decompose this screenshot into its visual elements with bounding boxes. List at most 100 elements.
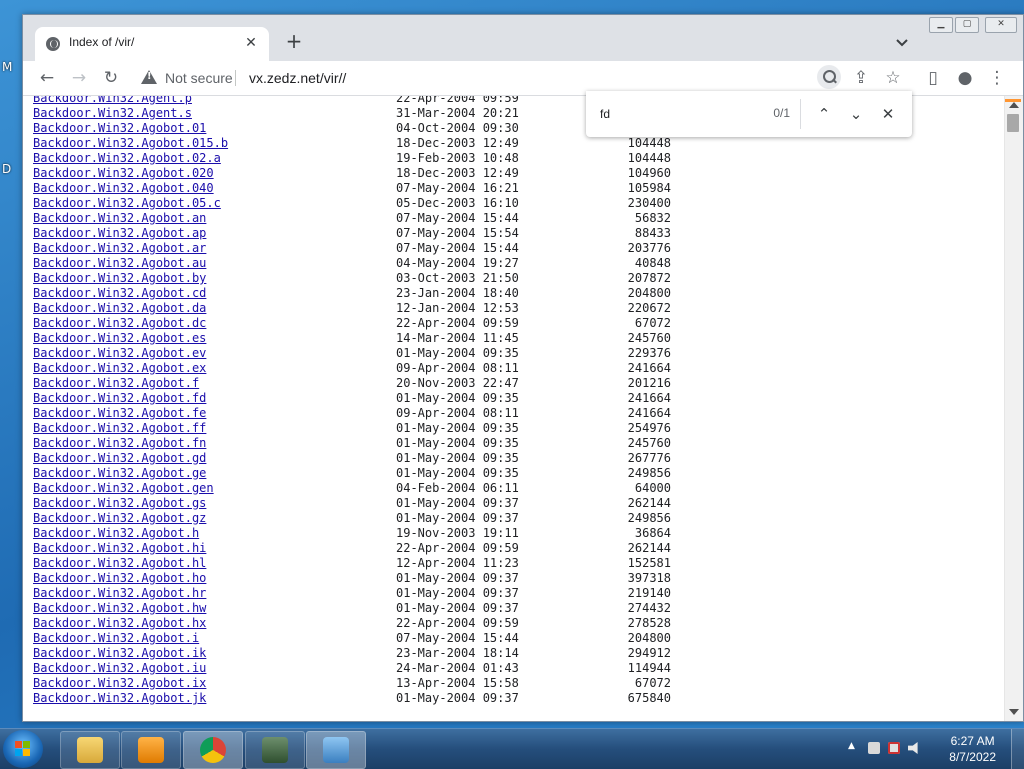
file-size: 219140 bbox=[627, 586, 671, 600]
file-date: 18-Dec-2003 12:49 bbox=[396, 166, 519, 180]
file-link[interactable]: Backdoor.Win32.Agobot.f bbox=[33, 376, 199, 391]
file-link[interactable]: Backdoor.Win32.Agobot.05.c bbox=[33, 196, 221, 211]
zoom-search-icon[interactable] bbox=[817, 65, 841, 89]
folder-icon bbox=[77, 737, 103, 763]
file-date: 01-May-2004 09:37 bbox=[396, 511, 519, 525]
task-manager-icon bbox=[262, 737, 288, 763]
file-link[interactable]: Backdoor.Win32.Agobot.ev bbox=[33, 346, 206, 361]
scroll-down-arrow-icon[interactable] bbox=[1009, 709, 1019, 715]
file-link[interactable]: Backdoor.Win32.Agobot.fe bbox=[33, 406, 206, 421]
file-link[interactable]: Backdoor.Win32.Agobot.gz bbox=[33, 511, 206, 526]
file-link[interactable]: Backdoor.Win32.Agobot.gs bbox=[33, 496, 206, 511]
file-link[interactable]: Backdoor.Win32.Agobot.ho bbox=[33, 571, 206, 586]
file-link[interactable]: Backdoor.Win32.Agobot.hx bbox=[33, 616, 206, 631]
action-center-icon[interactable] bbox=[888, 742, 900, 754]
taskbar-chrome[interactable] bbox=[183, 731, 243, 769]
file-link[interactable]: Backdoor.Win32.Agobot.040 bbox=[33, 181, 214, 196]
close-window-button[interactable]: ✕ bbox=[985, 17, 1017, 33]
forward-button[interactable]: → bbox=[67, 67, 91, 89]
file-date: 01-May-2004 09:37 bbox=[396, 571, 519, 585]
tab-title: Index of /vir/ bbox=[69, 35, 135, 49]
volume-icon[interactable] bbox=[908, 742, 918, 754]
show-desktop-button[interactable] bbox=[1011, 729, 1024, 769]
scrollbar-thumb[interactable] bbox=[1007, 114, 1019, 132]
file-link[interactable]: Backdoor.Win32.Agobot.ar bbox=[33, 241, 206, 256]
file-link[interactable]: Backdoor.Win32.Agent.s bbox=[33, 106, 192, 121]
vertical-scrollbar[interactable] bbox=[1004, 96, 1023, 721]
file-link[interactable]: Backdoor.Win32.Agobot.iu bbox=[33, 661, 206, 676]
taskbar-media-player[interactable] bbox=[121, 731, 181, 769]
find-previous-button[interactable]: ⌃ bbox=[812, 102, 836, 126]
file-link[interactable]: Backdoor.Win32.Agobot.h bbox=[33, 526, 199, 541]
file-size: 204800 bbox=[627, 631, 671, 645]
file-link[interactable]: Backdoor.Win32.Agobot.hl bbox=[33, 556, 206, 571]
find-input[interactable] bbox=[598, 103, 742, 125]
file-link[interactable]: Backdoor.Win32.Agobot.01 bbox=[33, 121, 206, 136]
clock-time: 6:27 AM bbox=[950, 734, 995, 748]
minimize-button[interactable]: ▁ bbox=[929, 17, 953, 33]
file-link[interactable]: Backdoor.Win32.Agobot.hi bbox=[33, 541, 206, 556]
file-link[interactable]: Backdoor.Win32.Agobot.020 bbox=[33, 166, 214, 181]
start-button[interactable] bbox=[3, 730, 43, 768]
back-button[interactable]: ← bbox=[35, 67, 59, 89]
profile-button[interactable]: ● bbox=[953, 67, 977, 89]
tab-search-icon[interactable] bbox=[895, 33, 915, 49]
file-link[interactable]: Backdoor.Win32.Agent.p bbox=[33, 96, 192, 106]
find-next-button[interactable]: ⌄ bbox=[844, 102, 868, 126]
clock[interactable]: 6:27 AM 8/7/2022 bbox=[949, 733, 996, 765]
file-link[interactable]: Backdoor.Win32.Agobot.015.b bbox=[33, 136, 228, 151]
file-link[interactable]: Backdoor.Win32.Agobot.es bbox=[33, 331, 206, 346]
find-match-count: 0/1 bbox=[773, 106, 790, 120]
taskbar-explorer[interactable] bbox=[60, 731, 120, 769]
file-link[interactable]: Backdoor.Win32.Agobot.gd bbox=[33, 451, 206, 466]
file-size: 675840 bbox=[627, 691, 671, 705]
file-link[interactable]: Backdoor.Win32.Agobot.ix bbox=[33, 676, 206, 691]
scroll-up-arrow-icon[interactable] bbox=[1009, 102, 1019, 108]
file-link[interactable]: Backdoor.Win32.Agobot.ff bbox=[33, 421, 206, 436]
windows-logo-icon bbox=[15, 741, 31, 757]
desktop-icon-label[interactable]: D bbox=[2, 162, 11, 176]
desktop-icon-label[interactable]: M bbox=[2, 60, 12, 74]
file-link[interactable]: Backdoor.Win32.Agobot.dc bbox=[33, 316, 206, 331]
file-link[interactable]: Backdoor.Win32.Agobot.jk bbox=[33, 691, 206, 706]
file-date: 01-May-2004 09:37 bbox=[396, 691, 519, 705]
security-label[interactable]: Not secure bbox=[165, 70, 233, 86]
file-link[interactable]: Backdoor.Win32.Agobot.hr bbox=[33, 586, 206, 601]
file-link[interactable]: Backdoor.Win32.Agobot.fd bbox=[33, 391, 206, 406]
new-tab-button[interactable]: + bbox=[283, 31, 305, 53]
share-button[interactable]: ⇪ bbox=[849, 67, 873, 89]
file-link[interactable]: Backdoor.Win32.Agobot.ge bbox=[33, 466, 206, 481]
network-icon[interactable] bbox=[868, 742, 880, 754]
file-link[interactable]: Backdoor.Win32.Agobot.02.a bbox=[33, 151, 221, 166]
file-link[interactable]: Backdoor.Win32.Agobot.ik bbox=[33, 646, 206, 661]
file-date: 31-Mar-2004 20:21 bbox=[396, 106, 519, 120]
tab-index-vir[interactable]: Index of /vir/ ✕ bbox=[35, 27, 269, 61]
file-link[interactable]: Backdoor.Win32.Agobot.i bbox=[33, 631, 199, 646]
side-panel-button[interactable]: ▯ bbox=[921, 67, 945, 89]
file-link[interactable]: Backdoor.Win32.Agobot.da bbox=[33, 301, 206, 316]
file-link[interactable]: Backdoor.Win32.Agobot.fn bbox=[33, 436, 206, 451]
file-link[interactable]: Backdoor.Win32.Agobot.au bbox=[33, 256, 206, 271]
maximize-button[interactable]: ▢ bbox=[955, 17, 979, 33]
taskbar-control-panel[interactable] bbox=[306, 731, 366, 769]
file-link[interactable]: Backdoor.Win32.Agobot.an bbox=[33, 211, 206, 226]
menu-button[interactable]: ⋮ bbox=[985, 67, 1009, 89]
file-link[interactable]: Backdoor.Win32.Agobot.hw bbox=[33, 601, 206, 616]
address-bar[interactable]: Not secure vx.zedz.net/vir// bbox=[135, 65, 873, 91]
file-link[interactable]: Backdoor.Win32.Agobot.ap bbox=[33, 226, 206, 241]
tab-close-icon[interactable]: ✕ bbox=[241, 33, 261, 53]
show-hidden-icons-button[interactable]: ▲ bbox=[848, 741, 855, 751]
file-link[interactable]: Backdoor.Win32.Agobot.ex bbox=[33, 361, 206, 376]
taskbar-task-manager[interactable] bbox=[245, 731, 305, 769]
warning-icon[interactable] bbox=[141, 70, 157, 84]
url-text[interactable]: vx.zedz.net/vir// bbox=[249, 70, 346, 86]
file-link[interactable]: Backdoor.Win32.Agobot.gen bbox=[33, 481, 214, 496]
find-close-button[interactable]: ✕ bbox=[876, 102, 900, 126]
bookmark-star-button[interactable]: ☆ bbox=[881, 67, 905, 89]
file-size: 204800 bbox=[627, 286, 671, 300]
file-link[interactable]: Backdoor.Win32.Agobot.by bbox=[33, 271, 206, 286]
file-date: 07-May-2004 15:44 bbox=[396, 241, 519, 255]
reload-button[interactable]: ↻ bbox=[99, 67, 123, 89]
file-link[interactable]: Backdoor.Win32.Agobot.cd bbox=[33, 286, 206, 301]
file-date: 22-Apr-2004 09:59 bbox=[396, 541, 519, 555]
